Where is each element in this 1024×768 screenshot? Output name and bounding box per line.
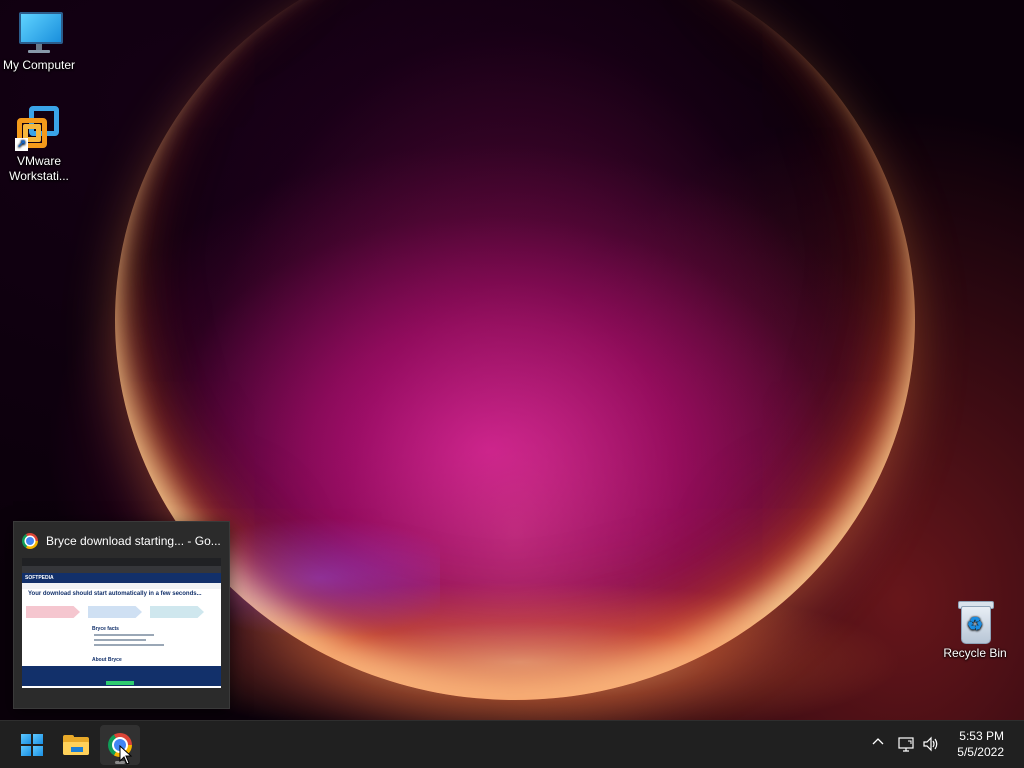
start-button[interactable] (12, 725, 52, 765)
taskbar-clock[interactable]: 5:53 PM 5/5/2022 (924, 728, 1004, 760)
clock-time: 5:53 PM (959, 729, 1004, 743)
folder-icon (63, 735, 89, 755)
network-icon[interactable] (897, 735, 915, 753)
desktop-icon-my-computer[interactable]: My Computer (0, 8, 78, 73)
computer-icon (15, 8, 63, 56)
desktop-icon-label-line1: VMware (16, 154, 61, 168)
vmware-icon: ↗ (15, 104, 63, 152)
recycle-bin-icon: ♻ (951, 596, 999, 644)
clock-date: 5/5/2022 (957, 745, 1004, 759)
taskbar-thumbnail-preview[interactable]: Bryce download starting... - Go... SOFTP… (13, 521, 230, 709)
desktop-icon-vmware[interactable]: ↗ VMware Workstati... (0, 104, 78, 184)
preview-title: Bryce download starting... - Go... (22, 532, 222, 550)
desktop-icon-label: Recycle Bin (943, 646, 1007, 660)
thumbnail-facts-heading: Bryce facts (92, 626, 119, 632)
file-explorer-button[interactable] (56, 725, 96, 765)
windows-icon (21, 734, 43, 756)
chrome-icon (22, 533, 38, 549)
shortcut-arrow-icon: ↗ (15, 138, 28, 151)
thumbnail-site-nav: SOFTPEDIA (22, 573, 221, 583)
show-hidden-icons-chevron-icon[interactable] (869, 735, 887, 753)
thumbnail-cookie-banner (22, 666, 221, 686)
desktop-icon-label-line2: Workstati... (9, 169, 69, 183)
thumbnail-heading: Your download should start automatically… (28, 591, 202, 597)
thumbnail-site-logo: SOFTPEDIA (25, 575, 54, 581)
desktop-icon-recycle-bin[interactable]: ♻ Recycle Bin (936, 596, 1014, 661)
thumbnail-about-heading: About Bryce (92, 657, 122, 663)
desktop-icon-label: My Computer (2, 58, 76, 72)
preview-thumbnail[interactable]: SOFTPEDIA Your download should start aut… (22, 558, 221, 700)
